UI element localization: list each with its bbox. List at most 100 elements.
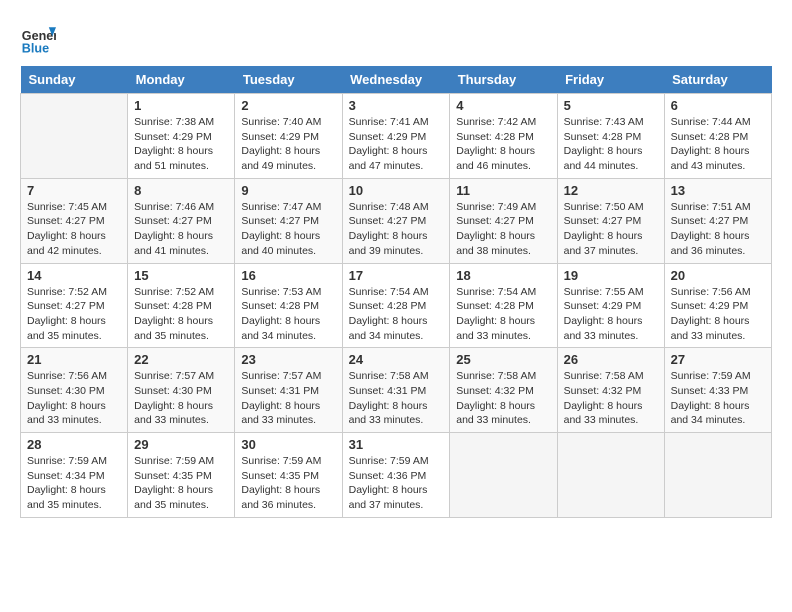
day-info: Sunrise: 7:54 AMSunset: 4:28 PMDaylight:…: [349, 285, 444, 344]
calendar-cell: 6 Sunrise: 7:44 AMSunset: 4:28 PMDaylight…: [664, 94, 771, 179]
week-row-3: 21 Sunrise: 7:56 AMSunset: 4:30 PMDayligh…: [21, 348, 772, 433]
day-number: 21: [27, 352, 121, 367]
calendar-cell: 14 Sunrise: 7:52 AMSunset: 4:27 PMDayligh…: [21, 263, 128, 348]
weekday-thursday: Thursday: [450, 66, 557, 94]
day-info: Sunrise: 7:46 AMSunset: 4:27 PMDaylight:…: [134, 200, 228, 259]
calendar-cell: 16 Sunrise: 7:53 AMSunset: 4:28 PMDayligh…: [235, 263, 342, 348]
day-info: Sunrise: 7:52 AMSunset: 4:27 PMDaylight:…: [27, 285, 121, 344]
day-info: Sunrise: 7:56 AMSunset: 4:30 PMDaylight:…: [27, 369, 121, 428]
day-number: 27: [671, 352, 765, 367]
calendar-cell: [21, 94, 128, 179]
calendar-cell: 22 Sunrise: 7:57 AMSunset: 4:30 PMDayligh…: [128, 348, 235, 433]
day-info: Sunrise: 7:58 AMSunset: 4:32 PMDaylight:…: [564, 369, 658, 428]
calendar-cell: 19 Sunrise: 7:55 AMSunset: 4:29 PMDayligh…: [557, 263, 664, 348]
day-info: Sunrise: 7:44 AMSunset: 4:28 PMDaylight:…: [671, 115, 765, 174]
day-info: Sunrise: 7:58 AMSunset: 4:32 PMDaylight:…: [456, 369, 550, 428]
calendar-cell: 2 Sunrise: 7:40 AMSunset: 4:29 PMDaylight…: [235, 94, 342, 179]
day-number: 31: [349, 437, 444, 452]
day-info: Sunrise: 7:57 AMSunset: 4:31 PMDaylight:…: [241, 369, 335, 428]
day-number: 6: [671, 98, 765, 113]
calendar-cell: 20Sunrise: 7:56 AMSunset: 4:29 PMDayligh…: [664, 263, 771, 348]
day-number: 2: [241, 98, 335, 113]
day-number: 16: [241, 268, 335, 283]
day-info: Sunrise: 7:47 AMSunset: 4:27 PMDaylight:…: [241, 200, 335, 259]
day-info: Sunrise: 7:57 AMSunset: 4:30 PMDaylight:…: [134, 369, 228, 428]
day-number: 25: [456, 352, 550, 367]
day-number: 22: [134, 352, 228, 367]
day-number: 8: [134, 183, 228, 198]
day-number: 14: [27, 268, 121, 283]
day-info: Sunrise: 7:59 AMSunset: 4:33 PMDaylight:…: [671, 369, 765, 428]
week-row-0: 1 Sunrise: 7:38 AMSunset: 4:29 PMDaylight…: [21, 94, 772, 179]
day-number: 13: [671, 183, 765, 198]
day-number: 23: [241, 352, 335, 367]
day-info: Sunrise: 7:54 AMSunset: 4:28 PMDaylight:…: [456, 285, 550, 344]
day-info: Sunrise: 7:53 AMSunset: 4:28 PMDaylight:…: [241, 285, 335, 344]
calendar-cell: 13 Sunrise: 7:51 AMSunset: 4:27 PMDayligh…: [664, 178, 771, 263]
calendar-cell: 27 Sunrise: 7:59 AMSunset: 4:33 PMDayligh…: [664, 348, 771, 433]
day-info: Sunrise: 7:58 AMSunset: 4:31 PMDaylight:…: [349, 369, 444, 428]
calendar-cell: 29 Sunrise: 7:59 AMSunset: 4:35 PMDayligh…: [128, 433, 235, 518]
calendar-cell: 5Sunrise: 7:43 AMSunset: 4:28 PMDaylight…: [557, 94, 664, 179]
calendar-cell: 26Sunrise: 7:58 AMSunset: 4:32 PMDayligh…: [557, 348, 664, 433]
day-number: 24: [349, 352, 444, 367]
calendar-cell: 18 Sunrise: 7:54 AMSunset: 4:28 PMDayligh…: [450, 263, 557, 348]
day-info: Sunrise: 7:45 AMSunset: 4:27 PMDaylight:…: [27, 200, 121, 259]
calendar-cell: 8 Sunrise: 7:46 AMSunset: 4:27 PMDaylight…: [128, 178, 235, 263]
weekday-saturday: Saturday: [664, 66, 771, 94]
day-info: Sunrise: 7:59 AMSunset: 4:35 PMDaylight:…: [241, 454, 335, 513]
calendar-cell: 25 Sunrise: 7:58 AMSunset: 4:32 PMDayligh…: [450, 348, 557, 433]
day-info: Sunrise: 7:42 AMSunset: 4:28 PMDaylight:…: [456, 115, 550, 174]
weekday-wednesday: Wednesday: [342, 66, 450, 94]
day-info: Sunrise: 7:38 AMSunset: 4:29 PMDaylight:…: [134, 115, 228, 174]
calendar-cell: 28Sunrise: 7:59 AMSunset: 4:34 PMDayligh…: [21, 433, 128, 518]
day-info: Sunrise: 7:55 AMSunset: 4:29 PMDaylight:…: [564, 285, 658, 344]
calendar-cell: 21 Sunrise: 7:56 AMSunset: 4:30 PMDayligh…: [21, 348, 128, 433]
calendar-cell: 4 Sunrise: 7:42 AMSunset: 4:28 PMDaylight…: [450, 94, 557, 179]
week-row-1: 7Sunrise: 7:45 AMSunset: 4:27 PMDaylight…: [21, 178, 772, 263]
calendar-cell: 10 Sunrise: 7:48 AMSunset: 4:27 PMDayligh…: [342, 178, 450, 263]
calendar-cell: 9Sunrise: 7:47 AMSunset: 4:27 PMDaylight…: [235, 178, 342, 263]
day-info: Sunrise: 7:59 AMSunset: 4:35 PMDaylight:…: [134, 454, 228, 513]
week-row-4: 28Sunrise: 7:59 AMSunset: 4:34 PMDayligh…: [21, 433, 772, 518]
day-info: Sunrise: 7:48 AMSunset: 4:27 PMDaylight:…: [349, 200, 444, 259]
day-number: 5: [564, 98, 658, 113]
calendar-cell: 11 Sunrise: 7:49 AMSunset: 4:27 PMDayligh…: [450, 178, 557, 263]
day-info: Sunrise: 7:59 AMSunset: 4:36 PMDaylight:…: [349, 454, 444, 513]
calendar-cell: 23 Sunrise: 7:57 AMSunset: 4:31 PMDayligh…: [235, 348, 342, 433]
calendar-cell: 1 Sunrise: 7:38 AMSunset: 4:29 PMDaylight…: [128, 94, 235, 179]
day-number: 17: [349, 268, 444, 283]
day-info: Sunrise: 7:49 AMSunset: 4:27 PMDaylight:…: [456, 200, 550, 259]
calendar-cell: 12Sunrise: 7:50 AMSunset: 4:27 PMDayligh…: [557, 178, 664, 263]
day-info: Sunrise: 7:41 AMSunset: 4:29 PMDaylight:…: [349, 115, 444, 174]
day-number: 11: [456, 183, 550, 198]
day-info: Sunrise: 7:51 AMSunset: 4:27 PMDaylight:…: [671, 200, 765, 259]
weekday-tuesday: Tuesday: [235, 66, 342, 94]
day-info: Sunrise: 7:40 AMSunset: 4:29 PMDaylight:…: [241, 115, 335, 174]
calendar-cell: [557, 433, 664, 518]
calendar-cell: 30Sunrise: 7:59 AMSunset: 4:35 PMDayligh…: [235, 433, 342, 518]
day-number: 1: [134, 98, 228, 113]
day-number: 28: [27, 437, 121, 452]
week-row-2: 14 Sunrise: 7:52 AMSunset: 4:27 PMDayligh…: [21, 263, 772, 348]
day-info: Sunrise: 7:56 AMSunset: 4:29 PMDaylight:…: [671, 285, 765, 344]
weekday-monday: Monday: [128, 66, 235, 94]
day-number: 19: [564, 268, 658, 283]
header: General Blue: [20, 20, 772, 56]
day-number: 15: [134, 268, 228, 283]
calendar-cell: 7Sunrise: 7:45 AMSunset: 4:27 PMDaylight…: [21, 178, 128, 263]
day-info: Sunrise: 7:52 AMSunset: 4:28 PMDaylight:…: [134, 285, 228, 344]
calendar-table: SundayMondayTuesdayWednesdayThursdayFrid…: [20, 66, 772, 518]
day-number: 29: [134, 437, 228, 452]
day-number: 4: [456, 98, 550, 113]
calendar-cell: 24 Sunrise: 7:58 AMSunset: 4:31 PMDayligh…: [342, 348, 450, 433]
day-number: 10: [349, 183, 444, 198]
calendar-cell: [664, 433, 771, 518]
calendar-cell: [450, 433, 557, 518]
day-number: 12: [564, 183, 658, 198]
day-number: 3: [349, 98, 444, 113]
calendar-cell: 31 Sunrise: 7:59 AMSunset: 4:36 PMDayligh…: [342, 433, 450, 518]
svg-text:Blue: Blue: [22, 41, 49, 55]
day-number: 18: [456, 268, 550, 283]
weekday-sunday: Sunday: [21, 66, 128, 94]
